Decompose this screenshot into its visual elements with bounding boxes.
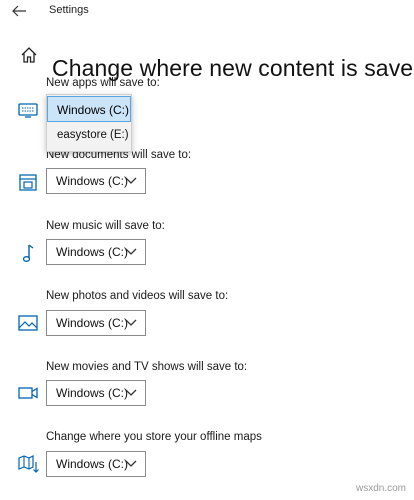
chevron-down-icon [125,248,137,255]
maps-drive-dropdown[interactable]: Windows (C:) [46,451,146,477]
apps-option-easystore-e[interactable]: easystore (E:) [47,124,131,150]
title-bar: Settings [0,0,414,24]
music-drive-dropdown[interactable]: Windows (C:) [46,239,146,265]
app-title: Settings [49,4,89,16]
option-label: Windows (C:) [57,103,130,117]
home-icon[interactable] [20,46,38,64]
monitor-icon [18,103,38,118]
maps-save-label: Change where you store your offline maps [46,431,262,443]
option-label: easystore (E:) [57,129,129,141]
watermark: wsxdn.com [355,483,406,494]
photos-drive-value: Windows (C:) [56,316,129,330]
chevron-down-icon [125,460,137,467]
music-save-label: New music will save to: [46,220,165,232]
movies-drive-dropdown[interactable]: Windows (C:) [46,380,146,406]
documents-drive-dropdown[interactable]: Windows (C:) [46,168,146,194]
chevron-down-icon [125,389,137,396]
apps-save-label: New apps will save to: [46,77,160,89]
photos-save-label: New photos and videos will save to: [46,290,229,302]
movies-drive-value: Windows (C:) [56,386,129,400]
movies-save-label: New movies and TV shows will save to: [46,361,248,373]
maps-drive-value: Windows (C:) [56,457,129,471]
documents-drive-icon [19,174,37,191]
photos-drive-dropdown[interactable]: Windows (C:) [46,310,146,336]
back-arrow-icon[interactable] [10,3,28,19]
apps-drive-dropdown-list: Windows (C:) easystore (E:) [46,94,132,152]
music-drive-value: Windows (C:) [56,245,129,259]
music-note-icon [22,244,34,262]
video-camera-icon [18,387,38,399]
chevron-down-icon [125,177,137,184]
picture-icon [18,315,38,331]
documents-drive-value: Windows (C:) [56,174,129,188]
chevron-down-icon [125,319,137,326]
map-icon [18,455,39,473]
apps-option-windows-c[interactable]: Windows (C:) [47,96,131,122]
